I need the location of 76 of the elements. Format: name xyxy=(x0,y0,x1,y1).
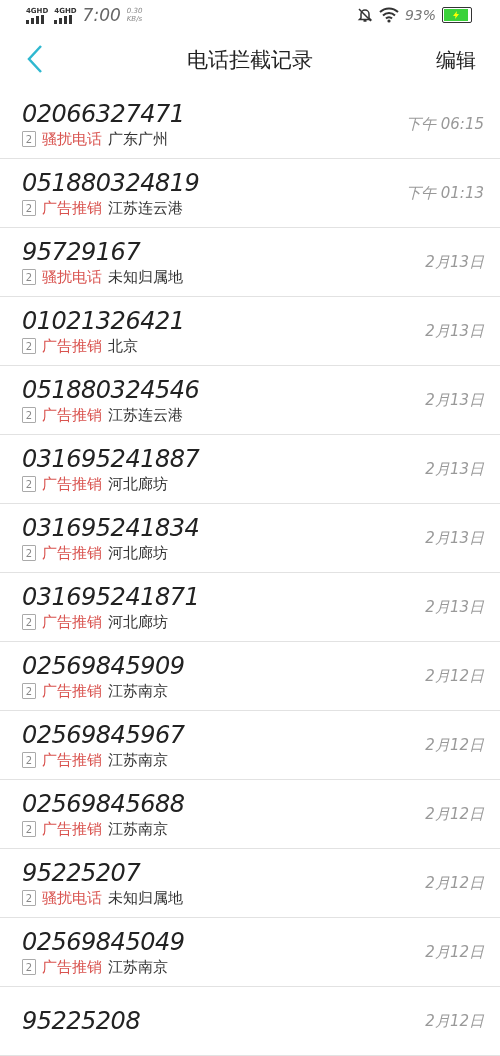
battery-icon xyxy=(442,7,472,24)
call-tag: 广告推销 xyxy=(42,543,102,563)
sim-badge: 2 xyxy=(22,545,36,561)
call-time: 下午 01:13 xyxy=(406,183,484,203)
phone-number: 02569845049 xyxy=(22,927,186,956)
sim-badge: 2 xyxy=(22,614,36,630)
call-location: 江苏南京 xyxy=(108,750,168,770)
bell-off-icon xyxy=(356,7,373,24)
phone-number: 031695241834 xyxy=(22,513,201,542)
call-time: 2月12日 xyxy=(425,804,484,824)
phone-number: 95225207 xyxy=(22,858,142,887)
phone-number: 01021326421 xyxy=(22,306,186,335)
signal-icon xyxy=(26,14,46,24)
phone-number: 02569845688 xyxy=(22,789,186,818)
call-location: 河北廊坊 xyxy=(108,612,168,632)
call-location: 江苏南京 xyxy=(108,819,168,839)
phone-number: 02569845967 xyxy=(22,720,186,749)
call-tag: 骚扰电话 xyxy=(42,129,102,149)
call-location: 未知归属地 xyxy=(108,267,183,287)
call-tag: 广告推销 xyxy=(42,957,102,977)
sim-badge: 2 xyxy=(22,269,36,285)
call-time: 2月13日 xyxy=(425,597,484,617)
call-tag: 广告推销 xyxy=(42,612,102,632)
call-time: 2月12日 xyxy=(425,1011,484,1031)
call-time: 2月13日 xyxy=(425,252,484,272)
signal-icon xyxy=(54,14,75,24)
call-location: 未知归属地 xyxy=(108,888,183,908)
call-location: 河北廊坊 xyxy=(108,543,168,563)
call-time: 2月12日 xyxy=(425,666,484,686)
call-time: 2月13日 xyxy=(425,390,484,410)
sim-badge: 2 xyxy=(22,683,36,699)
call-time: 下午 06:15 xyxy=(406,114,484,134)
call-location: 江苏南京 xyxy=(108,957,168,977)
sim-badge: 2 xyxy=(22,338,36,354)
phone-number: 95729167 xyxy=(22,237,142,266)
call-location: 北京 xyxy=(108,336,138,356)
sim-badge: 2 xyxy=(22,476,36,492)
phone-number: 051880324819 xyxy=(22,168,201,197)
phone-number: 02066327471 xyxy=(22,99,186,128)
sim-badge: 2 xyxy=(22,200,36,216)
call-location: 河北廊坊 xyxy=(108,474,168,494)
call-tag: 广告推销 xyxy=(42,474,102,494)
call-tag: 骚扰电话 xyxy=(42,267,102,287)
call-tag: 广告推销 xyxy=(42,681,102,701)
clock: 7:00 xyxy=(82,5,121,26)
call-time: 2月13日 xyxy=(425,459,484,479)
call-location: 江苏南京 xyxy=(108,681,168,701)
sim-badge: 2 xyxy=(22,407,36,423)
page-title: 电话拦截记录 xyxy=(186,47,314,75)
sim-badge: 2 xyxy=(22,959,36,975)
call-tag: 广告推销 xyxy=(42,819,102,839)
call-tag: 骚扰电话 xyxy=(42,888,102,908)
sim-badge: 2 xyxy=(22,752,36,768)
call-tag: 广告推销 xyxy=(42,750,102,770)
call-time: 2月12日 xyxy=(425,873,484,893)
call-time: 2月12日 xyxy=(425,942,484,962)
edit-button[interactable]: 编辑 xyxy=(406,46,476,74)
sim-badge: 2 xyxy=(22,890,36,906)
call-time: 2月12日 xyxy=(425,735,484,755)
wifi-icon xyxy=(378,7,399,24)
phone-number: 031695241871 xyxy=(22,582,201,611)
phone-number: 95225208 xyxy=(22,1007,142,1035)
call-location: 江苏连云港 xyxy=(108,198,183,218)
call-tag: 广告推销 xyxy=(42,405,102,425)
call-time: 2月13日 xyxy=(425,528,484,548)
call-time: 2月13日 xyxy=(425,321,484,341)
call-location: 广东广州 xyxy=(108,129,168,149)
battery-percent: 93% xyxy=(404,7,436,24)
phone-number: 02569845909 xyxy=(22,651,186,680)
call-location: 江苏连云港 xyxy=(108,405,183,425)
phone-number: 051880324546 xyxy=(22,375,201,404)
call-tag: 广告推销 xyxy=(42,336,102,356)
sim-badge: 2 xyxy=(22,131,36,147)
sim-badge: 2 xyxy=(22,821,36,837)
phone-number: 031695241887 xyxy=(22,444,201,473)
call-tag: 广告推销 xyxy=(42,198,102,218)
